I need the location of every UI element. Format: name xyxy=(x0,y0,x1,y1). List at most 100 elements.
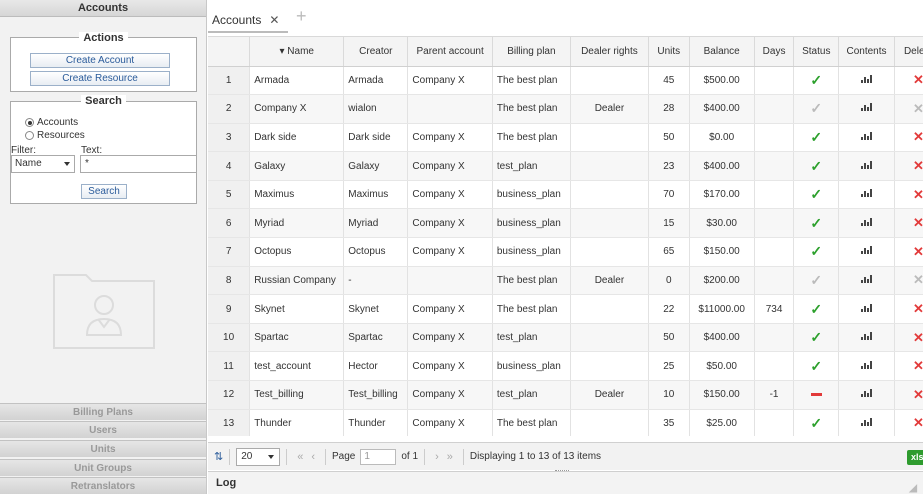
cell-units: 28 xyxy=(648,94,690,124)
cell-contents[interactable] xyxy=(838,351,895,382)
cell-status[interactable]: ✓ xyxy=(793,66,840,96)
cell-contents[interactable] xyxy=(838,237,895,267)
close-icon[interactable]: ✕ xyxy=(269,13,279,27)
cell-contents[interactable] xyxy=(838,180,895,210)
create-resource-button[interactable]: Create Resource xyxy=(30,71,170,86)
next-page-icon[interactable]: › xyxy=(435,451,439,463)
active-status-check-icon: ✓ xyxy=(810,414,823,431)
cell-status[interactable]: ✓ xyxy=(793,208,840,239)
cell-contents[interactable] xyxy=(838,323,895,353)
col-header-delete[interactable]: Delete xyxy=(894,37,923,67)
cell-balance: $50.00 xyxy=(689,351,755,382)
cell-contents[interactable] xyxy=(838,409,895,436)
tab-accounts[interactable]: Accounts ✕ xyxy=(212,10,279,30)
cell-parent-account: Company X xyxy=(407,151,493,181)
row-number: 8 xyxy=(208,266,251,296)
radio-accounts[interactable]: Accounts xyxy=(25,117,78,128)
cell-delete[interactable]: ✕ xyxy=(894,409,923,436)
search-text-input[interactable]: * xyxy=(80,155,197,173)
cell-billing-plan: The best plan xyxy=(492,409,571,436)
radio-resources-label: Resources xyxy=(37,130,85,141)
col-header-parent-account[interactable]: Parent account xyxy=(407,37,493,67)
cell-delete[interactable]: ✕ xyxy=(894,323,923,353)
page-size-select[interactable]: 20 xyxy=(236,447,281,466)
cell-contents[interactable] xyxy=(838,123,895,153)
col-header-creator[interactable]: Creator xyxy=(343,37,409,67)
table-row[interactable]: 7 Octopus Octopus Company Xbusiness_plan 65 $… xyxy=(208,237,923,267)
table-row[interactable]: 8 Russian Company - The best plan Dealer 0 $20… xyxy=(208,266,923,296)
cell-delete[interactable]: ✕ xyxy=(894,380,923,410)
refresh-sort-icon[interactable]: ⇅ xyxy=(214,450,223,463)
col-header-billing-plan[interactable]: Billing plan xyxy=(492,37,571,67)
cell-contents[interactable] xyxy=(838,94,895,124)
table-row[interactable]: 3 Dark side Dark side Company X The best pla… xyxy=(208,123,923,153)
menu-retranslators[interactable]: Retranslators xyxy=(0,477,206,494)
cell-status[interactable]: ✓ xyxy=(793,351,840,382)
col-header-dealer-rights[interactable]: Dealer rights xyxy=(570,37,649,67)
cell-status[interactable]: ✓ xyxy=(793,123,840,153)
prev-page-icon[interactable]: ‹ xyxy=(311,451,315,463)
cell-contents[interactable] xyxy=(838,208,895,239)
cell-dealer-rights xyxy=(570,323,649,353)
cell-delete[interactable]: ✕ xyxy=(894,123,923,153)
col-header-balance[interactable]: Balance xyxy=(689,37,755,67)
cell-units: 0 xyxy=(648,266,690,296)
cell-status[interactable] xyxy=(793,380,840,410)
cell-contents[interactable] xyxy=(838,294,895,324)
table-row[interactable]: 2 Company Xwialon The best plan Dealer 28 $40… xyxy=(208,94,923,124)
table-row[interactable]: 1 Armada Armada Company X The best plan 45 $50… xyxy=(208,66,923,96)
col-header-units[interactable]: Units xyxy=(648,37,690,67)
last-page-icon[interactable]: » xyxy=(447,451,453,463)
table-row[interactable]: 13 Thunder Thunder Company X The best plan 35… xyxy=(208,409,923,436)
cell-status[interactable]: ✓ xyxy=(793,323,840,353)
cell-delete[interactable]: ✕ xyxy=(894,66,923,96)
col-header-contents[interactable]: Contents xyxy=(838,37,895,67)
cell-status[interactable]: ✓ xyxy=(793,94,840,124)
table-row[interactable]: 6 Myriad Myriad Company Xbusiness_plan 15 $30… xyxy=(208,208,923,239)
menu-billing-plans[interactable]: Billing Plans xyxy=(0,403,206,420)
page-number-input[interactable]: 1 xyxy=(360,448,397,465)
first-page-icon[interactable]: « xyxy=(297,451,303,463)
menu-unit-groups[interactable]: Unit Groups xyxy=(0,459,206,476)
cell-status[interactable]: ✓ xyxy=(793,151,840,181)
col-header-days[interactable]: Days xyxy=(754,37,795,67)
table-row[interactable]: 10 Spartac Spartac Company Xtest_plan 50 $400… xyxy=(208,323,923,353)
cell-delete[interactable]: ✕ xyxy=(894,351,923,382)
cell-contents[interactable] xyxy=(838,151,895,181)
export-xlsx-button[interactable]: xlsx xyxy=(907,450,923,465)
resize-grip-icon[interactable]: ◢ xyxy=(909,478,917,494)
table-row[interactable]: 4 Galaxy Galaxy Company Xtest_plan 23 $400.00… xyxy=(208,151,923,181)
cell-status[interactable]: ✓ xyxy=(793,266,840,296)
cell-creator: Hector xyxy=(343,351,409,382)
cell-delete[interactable]: ✕ xyxy=(894,151,923,181)
cell-delete[interactable]: ✕ xyxy=(894,294,923,324)
cell-billing-plan: test_plan xyxy=(492,323,571,353)
filter-select[interactable]: Name xyxy=(11,155,75,173)
table-row[interactable]: 9 Skynet Skynet Company X The best plan 22 $11… xyxy=(208,294,923,324)
cell-contents[interactable] xyxy=(838,380,895,410)
cell-contents[interactable] xyxy=(838,66,895,96)
cell-contents[interactable] xyxy=(838,266,895,296)
cell-days xyxy=(754,409,795,436)
create-account-button[interactable]: Create Account xyxy=(30,53,170,68)
menu-units[interactable]: Units xyxy=(0,440,206,457)
cell-delete[interactable]: ✕ xyxy=(894,180,923,210)
cell-status[interactable]: ✓ xyxy=(793,237,840,267)
table-row[interactable]: 12 Test_billing Test_billing Company Xtest_… xyxy=(208,380,923,410)
radio-resources[interactable]: Resources xyxy=(25,130,85,141)
add-tab-icon[interactable]: + xyxy=(296,6,307,27)
cell-delete[interactable]: ✕ xyxy=(894,237,923,267)
search-button[interactable]: Search xyxy=(81,184,127,199)
log-panel[interactable]: Log ◢ xyxy=(208,471,923,494)
cell-status[interactable]: ✓ xyxy=(793,294,840,324)
col-header-name[interactable]: ▾ Name xyxy=(249,37,345,67)
table-row[interactable]: 11 test_account Hector Company Xbusiness_pl… xyxy=(208,351,923,382)
cell-delete[interactable]: ✕ xyxy=(894,208,923,239)
table-row[interactable]: 5 Maximus Maximus Company Xbusiness_plan 70 $… xyxy=(208,180,923,210)
menu-users[interactable]: Users xyxy=(0,421,206,438)
cell-name: Company X xyxy=(249,94,345,124)
cell-status[interactable]: ✓ xyxy=(793,409,840,436)
cell-status[interactable]: ✓ xyxy=(793,180,840,210)
col-header-status[interactable]: Status xyxy=(793,37,840,67)
active-status-check-icon: ✓ xyxy=(810,100,823,117)
